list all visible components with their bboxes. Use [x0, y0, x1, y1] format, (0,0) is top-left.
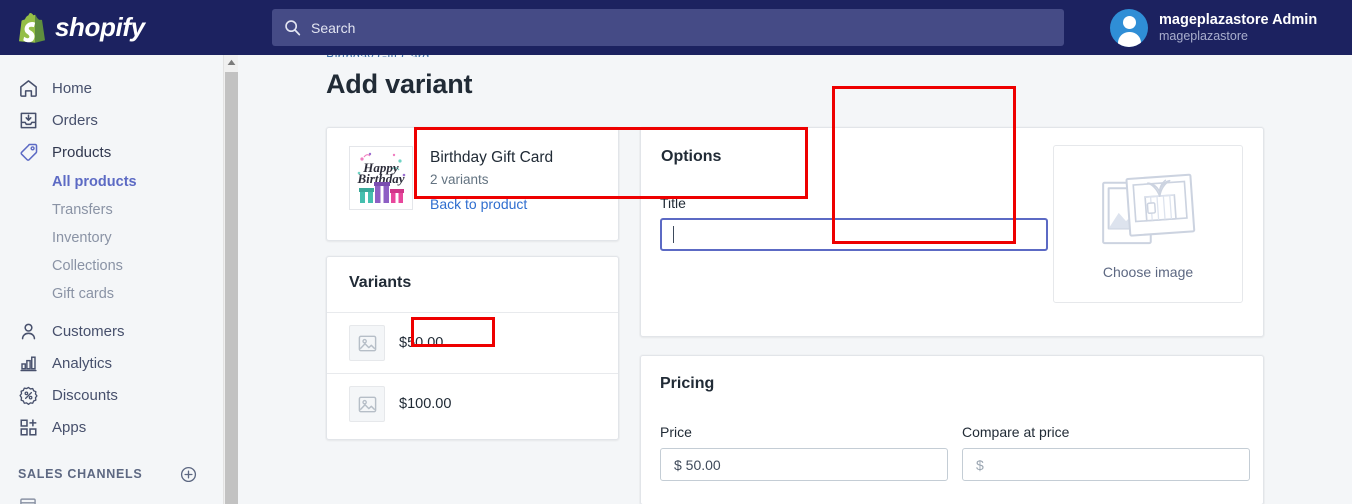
sidebar-item-customers[interactable]: Customers [0, 315, 223, 347]
compare-price-field-label: Compare at price [962, 424, 1070, 440]
sidebar-nav: Home Orders Products All products Transf… [0, 55, 223, 504]
apps-grid-plus-icon [20, 418, 37, 436]
user-avatar-icon [1110, 8, 1148, 47]
image-placeholder-icon [349, 325, 385, 361]
compare-price-placeholder: $ [976, 456, 984, 473]
variants-list: $50.00 $100.00 [327, 312, 618, 434]
sidebar-subitem-label: Inventory [52, 230, 112, 246]
sidebar-item-label: Analytics [52, 354, 113, 372]
sidebar-item-label: Home [52, 79, 93, 97]
sidebar-item-analytics[interactable]: Analytics [0, 347, 223, 379]
sales-channels-title: SALES CHANNELS [18, 467, 143, 481]
variants-card: Variants $50.00 $100.00 [326, 256, 619, 440]
discount-percent-icon [19, 386, 38, 405]
search-input[interactable]: Search [311, 20, 355, 36]
sidebar-subitem-label: Gift cards [52, 286, 115, 302]
home-icon [20, 79, 37, 97]
sidebar-subitem-label: All products [52, 174, 137, 190]
sidebar-item-inventory[interactable]: Inventory [0, 224, 223, 252]
title-input[interactable] [660, 218, 1048, 251]
user-menu[interactable]: mageplazastore Admin mageplazastore [1110, 0, 1317, 55]
title-field-label: Title [660, 195, 686, 211]
sidebar-item-home[interactable]: Home [0, 72, 223, 104]
plus-circle-icon[interactable] [180, 466, 197, 483]
sidebar-item-apps[interactable]: Apps [0, 411, 223, 443]
birthday-gift-card-thumbnail: Happy Birthday [349, 146, 413, 210]
sidebar-item-label: Apps [52, 418, 87, 436]
sidebar-subitem-label: Collections [52, 258, 123, 274]
sidebar-item-transfers[interactable]: Transfers [0, 196, 223, 224]
price-field-group: Price $ 50.00 [660, 424, 948, 481]
price-input[interactable]: $ 50.00 [660, 448, 948, 481]
sidebar-item-all-products[interactable]: All products [0, 168, 223, 196]
sidebar-item-orders[interactable]: Orders [0, 104, 223, 136]
variant-price: $50.00 [399, 335, 444, 351]
user-name: mageplazastore Admin [1159, 11, 1318, 28]
image-placeholder-icon [349, 386, 385, 422]
products-tag-icon [20, 143, 38, 161]
choose-image-dropzone[interactable]: Choose image [1053, 145, 1243, 303]
sidebar-subitem-label: Transfers [52, 202, 113, 218]
title-field-group: Title [660, 195, 1048, 251]
scrollbar-thumb[interactable] [225, 72, 238, 504]
choose-image-label: Choose image [1102, 264, 1194, 280]
sidebar-item-collections[interactable]: Collections [0, 252, 223, 280]
page-title: Add variant [326, 69, 473, 99]
compare-price-field-group: Compare at price $ [962, 424, 1250, 481]
orders-inbox-icon [20, 112, 37, 128]
online-store-icon [20, 498, 36, 504]
compare-price-input[interactable]: $ [962, 448, 1250, 481]
back-to-product-link[interactable]: Back to product [430, 196, 553, 212]
product-variant-count: 2 variants [430, 171, 489, 187]
variants-heading: Variants [349, 274, 412, 291]
customer-person-icon [21, 323, 36, 339]
shopify-bag-icon [19, 12, 45, 43]
product-name: Birthday Gift Card [430, 149, 554, 166]
sales-channel-item-clipped[interactable] [0, 495, 223, 504]
analytics-bars-icon [20, 355, 37, 371]
sidebar-item-label: Customers [52, 322, 125, 340]
breadcrumb[interactable]: Birthday Gift Card [326, 55, 429, 57]
table-row[interactable]: $50.00 [327, 312, 618, 373]
shopify-brand[interactable]: shopify [0, 0, 240, 55]
price-value: $ 50.00 [674, 456, 721, 473]
sidebar-scrollbar[interactable] [223, 55, 238, 504]
variant-price: $100.00 [399, 396, 452, 412]
table-row[interactable]: $100.00 [327, 373, 618, 434]
search-bar[interactable]: Search [272, 9, 1064, 46]
pricing-card: Pricing Price $ 50.00 Compare at price $ [640, 355, 1264, 504]
sidebar-item-label: Discounts [52, 386, 118, 404]
sidebar-item-discounts[interactable]: Discounts [0, 379, 223, 411]
user-store-name: mageplazastore [1159, 28, 1248, 43]
text-cursor [673, 226, 674, 243]
pricing-heading: Pricing [660, 375, 715, 392]
sidebar-item-label: Orders [52, 111, 98, 129]
sidebar-item-gift-cards[interactable]: Gift cards [0, 280, 223, 308]
sidebar-item-label: Products [52, 143, 112, 161]
search-icon [285, 20, 301, 36]
sidebar-item-products[interactable]: Products [0, 136, 223, 168]
scroll-up-arrow-icon[interactable] [224, 55, 239, 70]
price-field-label: Price [660, 424, 692, 440]
product-summary-card: Happy Birthday Birthday Gift Card 2 vari… [326, 127, 619, 241]
sales-channels-header: SALES CHANNELS [0, 459, 223, 489]
options-card: Options Title Choose image [640, 127, 1264, 337]
top-bar: shopify Search mageplazastore Admin mage… [0, 0, 1352, 55]
photos-stack-icon [1102, 173, 1196, 245]
options-heading: Options [661, 148, 722, 165]
main-content: Birthday Gift Card Add variant Happy Bir… [238, 55, 1352, 504]
brand-wordmark: shopify [55, 12, 145, 42]
